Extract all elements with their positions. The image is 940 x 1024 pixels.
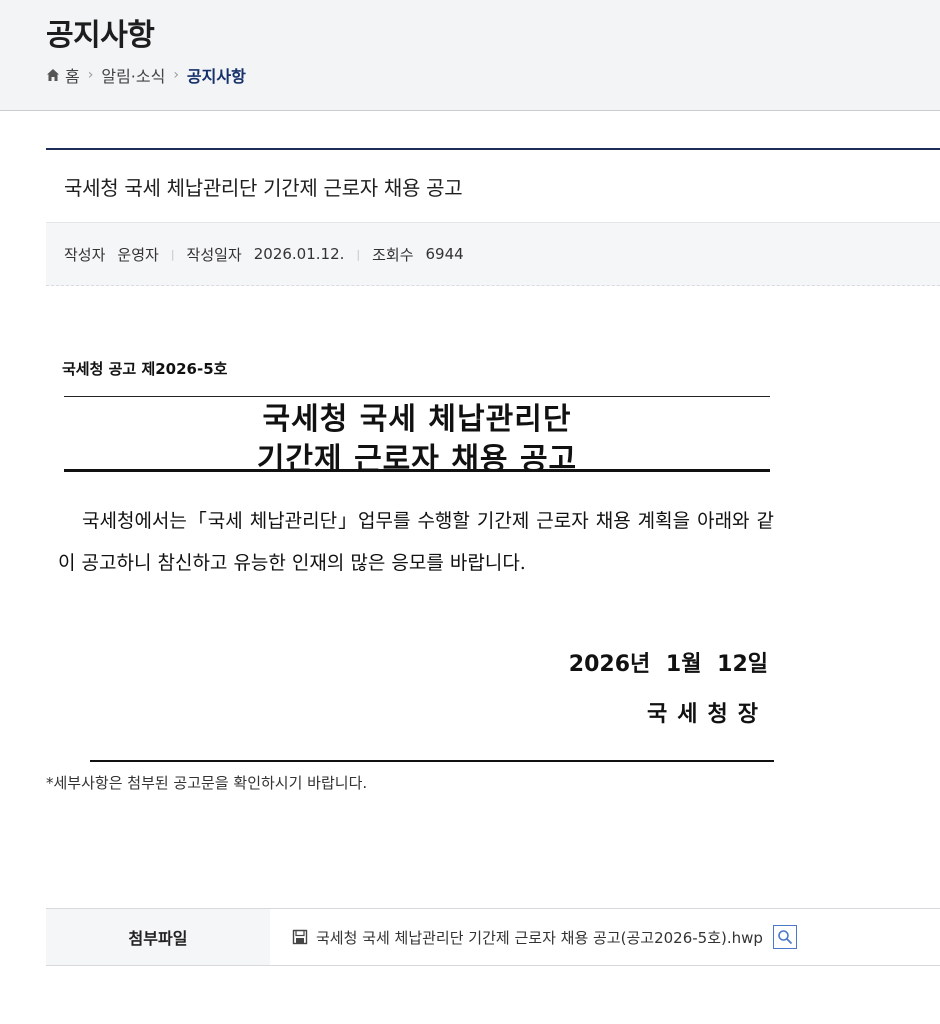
article-top-border: [46, 148, 940, 150]
article-title: 국세청 국세 체납관리단 기간제 근로자 채용 공고: [64, 176, 463, 200]
document-date: 2026년 1월 12일: [568, 652, 768, 677]
views-label: 조회수: [372, 245, 414, 264]
article-meta: 작성자 운영자 | 작성일자 2026.01.12. | 조회수 6944: [46, 222, 940, 286]
attachment-file: 국세청 국세 체납관리단 기간제 근로자 채용 공고(공고2026-5호).hw…: [292, 925, 797, 949]
breadcrumb-separator: ›: [173, 67, 179, 83]
views-value: 6944: [425, 245, 464, 263]
attachment-link[interactable]: 국세청 국세 체납관리단 기간제 근로자 채용 공고(공고2026-5호).hw…: [316, 927, 763, 948]
document-body: 국세청에서는「국세 체납관리단」업무를 수행할 기간제 근로자 채용 계획을 아…: [58, 510, 774, 574]
document-heading-line1: 국세청 국세 체납관리단: [262, 402, 572, 437]
meta-divider: |: [356, 247, 361, 261]
author-label: 작성자: [64, 245, 106, 264]
preview-button[interactable]: [772, 925, 797, 949]
date-label: 작성일자: [186, 245, 242, 264]
author-value: 운영자: [117, 245, 159, 264]
heading-rule-bottom: [64, 469, 770, 472]
breadcrumb-section[interactable]: 알림·소식: [101, 63, 165, 87]
page-title: 공지사항: [46, 18, 155, 53]
notice-number: 국세청 공고 제2026-5호: [62, 360, 228, 378]
footnote: *세부사항은 첨부된 공고문을 확인하시기 바랍니다.: [46, 774, 368, 792]
attachment-label: 첨부파일: [46, 909, 270, 965]
meta-divider: |: [170, 247, 175, 261]
document-signature: 국세청장: [647, 702, 768, 727]
breadcrumb-current: 공지사항: [186, 67, 246, 86]
breadcrumb-home[interactable]: 홈: [65, 63, 80, 87]
magnifier-icon: [778, 930, 793, 945]
breadcrumb-separator: ›: [87, 67, 94, 83]
disk-file-icon: [292, 929, 308, 945]
document-bottom-rule: [90, 760, 774, 762]
page-header: 공지사항 홈 › 알림·소식 › 공지사항: [0, 0, 940, 111]
attachment-row: 첨부파일 국세청 국세 체납관리단 기간제 근로자 채용 공고(공고2026-5…: [46, 908, 940, 966]
home-icon[interactable]: [46, 68, 60, 82]
date-value: 2026.01.12.: [253, 245, 345, 263]
breadcrumb: 홈 › 알림·소식 › 공지사항: [46, 64, 246, 86]
